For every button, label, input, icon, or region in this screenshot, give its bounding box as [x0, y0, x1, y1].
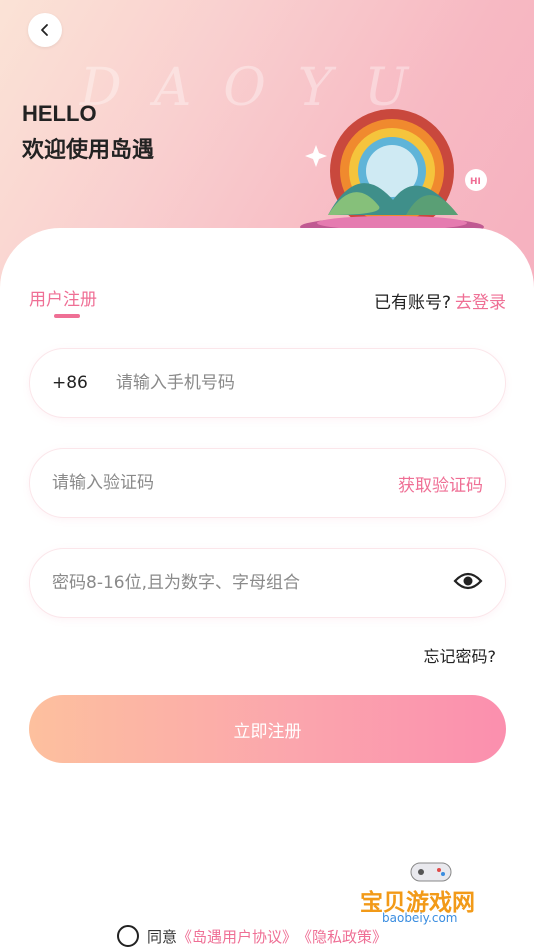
agreement-row: 同意 《岛遇用户协议》 《隐私政策》 [117, 924, 387, 948]
eye-icon[interactable] [453, 571, 483, 595]
tab-register[interactable]: 用户注册 [29, 285, 97, 310]
password-field [29, 548, 506, 618]
agree-radio[interactable] [117, 925, 139, 947]
welcome-title: 欢迎使用岛遇 [22, 138, 155, 163]
tab-active-indicator [54, 314, 80, 318]
phone-prefix[interactable]: +86 [52, 373, 88, 393]
phone-input[interactable] [115, 373, 483, 393]
brand-url: baobeiy.com [382, 911, 458, 925]
phone-field: +86 [29, 348, 506, 418]
privacy-policy-link[interactable]: 《隐私政策》 [297, 926, 387, 947]
back-button[interactable] [28, 13, 62, 47]
code-input[interactable] [52, 473, 398, 493]
hi-bubble-icon: HI [465, 169, 487, 191]
sparkle-icon [305, 145, 327, 167]
svg-text:HI: HI [470, 177, 481, 187]
password-input[interactable] [52, 573, 453, 593]
agree-prefix: 同意 [147, 927, 178, 946]
user-agreement-link[interactable]: 《岛遇用户协议》 [177, 926, 297, 947]
code-field: 获取验证码 [29, 448, 506, 518]
hello-text: HELLO [22, 101, 97, 126]
back-arrow-icon [41, 24, 48, 36]
gamepad-icon [410, 862, 452, 882]
login-prompt: 已有账号? 去登录 [374, 288, 506, 313]
register-button[interactable]: 立即注册 [29, 695, 506, 763]
login-link[interactable]: 去登录 [455, 288, 506, 313]
get-code-button[interactable]: 获取验证码 [398, 471, 483, 496]
forgot-password-link[interactable]: 忘记密码? [424, 643, 497, 667]
brand-watermark: 宝贝游戏网 baobeiy.com [358, 855, 504, 927]
has-account-label: 已有账号? [373, 293, 451, 313]
